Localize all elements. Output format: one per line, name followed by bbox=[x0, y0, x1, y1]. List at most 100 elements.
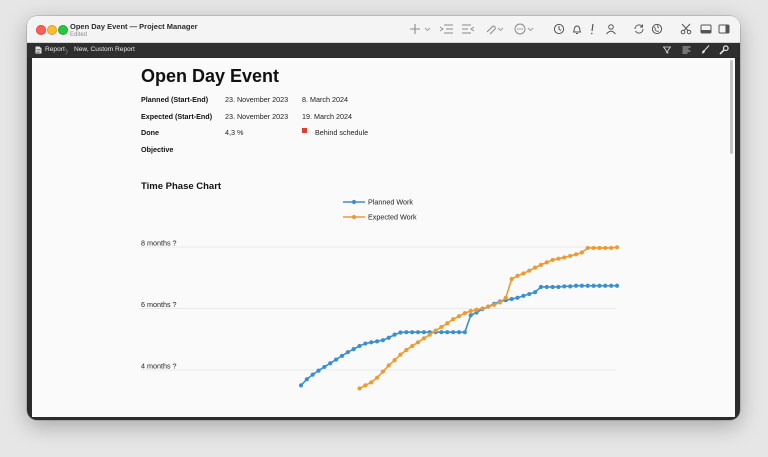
data-point bbox=[439, 324, 444, 330]
data-point bbox=[451, 330, 456, 335]
wrench-icon[interactable] bbox=[719, 45, 729, 55]
data-point bbox=[521, 271, 526, 276]
series-line bbox=[300, 284, 617, 386]
data-point bbox=[591, 245, 596, 251]
plus-icon[interactable] bbox=[410, 23, 434, 35]
data-point bbox=[369, 380, 374, 385]
bottom-panel-icon[interactable] bbox=[700, 23, 712, 35]
close-window-button[interactable] bbox=[36, 25, 46, 35]
zoom-window-button[interactable] bbox=[58, 25, 68, 35]
filter-icon[interactable] bbox=[663, 46, 671, 54]
data-point bbox=[550, 284, 555, 290]
data-point bbox=[439, 330, 444, 335]
data-point bbox=[527, 268, 532, 273]
data-point bbox=[597, 245, 602, 251]
data-point bbox=[568, 253, 573, 259]
data-point bbox=[415, 340, 421, 345]
data-point bbox=[392, 332, 397, 337]
data-point bbox=[357, 386, 362, 391]
data-point bbox=[532, 265, 538, 270]
data-point bbox=[357, 343, 362, 349]
time-phase-chart: 8 months ? 6 months ? 4 months ? Planned W… bbox=[141, 198, 620, 391]
data-point bbox=[363, 341, 368, 346]
indent-icon[interactable] bbox=[440, 23, 454, 35]
window-title: Open Day Event — Project Manager bbox=[70, 22, 198, 31]
data-point bbox=[410, 330, 415, 335]
data-point bbox=[573, 283, 579, 288]
data-point bbox=[609, 283, 614, 288]
data-point bbox=[462, 330, 467, 335]
report-document-icon bbox=[35, 46, 42, 54]
data-point bbox=[374, 375, 380, 380]
data-point bbox=[544, 260, 549, 265]
data-point bbox=[386, 363, 391, 368]
data-point bbox=[532, 290, 538, 295]
data-point bbox=[562, 284, 567, 289]
sort-icon[interactable] bbox=[682, 46, 691, 54]
data-point bbox=[503, 295, 508, 300]
breadcrumb-current[interactable]: New, Custom Report bbox=[74, 46, 135, 53]
legend-label: Planned Work bbox=[368, 198, 413, 207]
data-point bbox=[603, 283, 608, 288]
data-point bbox=[497, 300, 503, 305]
app-window: Open Day Event — Project Manager Edited bbox=[27, 16, 740, 420]
data-point bbox=[474, 307, 479, 312]
data-point bbox=[322, 364, 327, 370]
sync-icon[interactable] bbox=[633, 23, 645, 35]
outdent-icon[interactable] bbox=[461, 23, 475, 35]
y-tick-label: 6 months ? bbox=[141, 300, 177, 309]
brush-icon[interactable] bbox=[701, 45, 710, 54]
data-point bbox=[480, 306, 485, 311]
data-point bbox=[585, 283, 590, 288]
data-point bbox=[456, 330, 462, 335]
link-icon[interactable] bbox=[485, 23, 505, 35]
bell-icon[interactable] bbox=[571, 23, 583, 35]
title-bar: Open Day Event — Project Manager Edited bbox=[27, 16, 740, 43]
data-point bbox=[550, 257, 555, 263]
data-point bbox=[614, 283, 620, 288]
right-panel-icon[interactable] bbox=[718, 23, 730, 35]
data-point bbox=[404, 330, 409, 335]
data-point bbox=[398, 330, 403, 335]
data-point bbox=[433, 328, 438, 333]
data-point bbox=[492, 302, 497, 307]
series-expected-work bbox=[357, 245, 620, 391]
person-icon[interactable] bbox=[605, 23, 617, 35]
data-point bbox=[614, 245, 620, 250]
data-point bbox=[609, 245, 614, 251]
more-circle-icon[interactable] bbox=[514, 23, 536, 35]
data-point bbox=[316, 368, 321, 373]
globe-icon[interactable] bbox=[651, 23, 663, 35]
data-point bbox=[445, 321, 450, 326]
data-point bbox=[374, 339, 380, 344]
data-point bbox=[363, 383, 368, 388]
priority-icon[interactable] bbox=[589, 23, 597, 35]
scissors-icon[interactable] bbox=[680, 23, 692, 35]
data-point bbox=[421, 330, 426, 335]
breadcrumb: Report 〉 New, Custom Report bbox=[27, 43, 740, 57]
y-tick-label: 8 months ? bbox=[141, 239, 177, 248]
clock-icon[interactable] bbox=[553, 23, 565, 35]
data-point bbox=[339, 353, 345, 358]
minimize-window-button[interactable] bbox=[47, 25, 57, 35]
data-point bbox=[538, 284, 544, 290]
data-point bbox=[392, 358, 397, 363]
data-point bbox=[585, 245, 590, 251]
data-point bbox=[603, 245, 608, 251]
data-point bbox=[544, 284, 549, 290]
data-point bbox=[334, 357, 339, 362]
data-point bbox=[538, 262, 544, 267]
data-point bbox=[486, 304, 491, 309]
data-point bbox=[404, 347, 409, 353]
data-point bbox=[597, 283, 602, 288]
data-point bbox=[386, 335, 391, 340]
data-point bbox=[462, 311, 467, 316]
data-point bbox=[568, 284, 573, 289]
data-point bbox=[304, 377, 309, 382]
data-point bbox=[345, 350, 350, 355]
data-point bbox=[427, 332, 432, 337]
data-point bbox=[556, 256, 561, 261]
data-point bbox=[509, 276, 514, 282]
breadcrumb-root[interactable]: Report bbox=[45, 46, 65, 53]
report-container: Open Day Event Planned (Start-End) 23. N… bbox=[27, 57, 740, 420]
